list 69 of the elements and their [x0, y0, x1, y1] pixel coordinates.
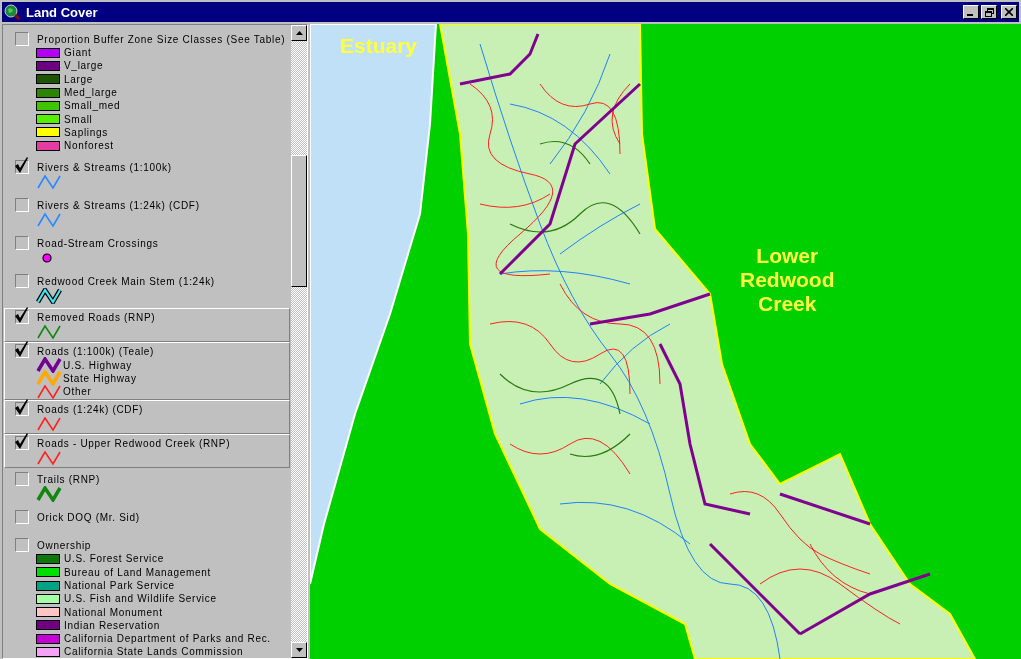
class-label: California State Lands Commission [64, 646, 244, 658]
down-arrow-icon [295, 648, 303, 652]
class-label: Other [63, 386, 92, 398]
class-label: Large [64, 73, 94, 85]
map-label: Lower Redwood Creek [740, 244, 835, 316]
theme-name: Orick DOQ (Mr. Sid) [37, 511, 140, 523]
up-arrow-icon [295, 31, 303, 35]
scrollbar[interactable] [291, 25, 307, 658]
visibility-checkbox[interactable] [15, 402, 29, 417]
visibility-checkbox[interactable] [15, 344, 29, 359]
theme-name: Roads (1:100k) (Teale) [37, 345, 155, 357]
legend-entry[interactable]: Orick DOQ (Mr. Sid) [4, 506, 290, 535]
theme-name: Trails (RNP) [37, 473, 101, 485]
class-label: U.S. Highway [63, 359, 132, 371]
active-theme-panel[interactable]: Removed Roads (RNP) [4, 308, 290, 343]
active-theme-panel[interactable]: Roads (1:24k) (CDF) [4, 400, 290, 435]
theme-name: Roads - Upper Redwood Creek (RNP) [37, 437, 231, 449]
class-label: National Park Service [64, 580, 175, 591]
class-label: California Department of Parks and Rec. [64, 633, 271, 645]
class-label: Small [64, 113, 93, 125]
legend-entry[interactable]: Road-Stream Crossings [4, 232, 290, 271]
class-label: Indian Reservation [64, 619, 160, 631]
theme-name: Redwood Creek Main Stem (1:24k) [37, 275, 215, 287]
visibility-checkbox[interactable] [15, 310, 29, 325]
close-icon [1005, 8, 1013, 16]
scroll-thumb[interactable] [291, 155, 307, 287]
close-button[interactable] [1001, 5, 1017, 19]
visibility-checkbox[interactable] [15, 510, 29, 525]
class-label: U.S. Fish and Wildlife Service [64, 593, 217, 605]
legend-entry[interactable]: Trails (RNP) [4, 468, 290, 507]
visibility-checkbox[interactable] [15, 436, 29, 451]
class-label: Bureau of Land Management [64, 566, 212, 578]
legend-entry[interactable]: Rivers & Streams (1:100k) [4, 156, 290, 195]
visibility-checkbox[interactable] [15, 472, 29, 487]
window-title: Land Cover [26, 4, 99, 20]
scroll-down-button[interactable] [291, 642, 307, 658]
scroll-up-button[interactable] [291, 25, 307, 41]
map-label: Estuary [340, 34, 418, 58]
visibility-checkbox[interactable] [15, 236, 29, 251]
theme-name: Ownership [37, 539, 92, 551]
legend-entry[interactable]: Redwood Creek Main Stem (1:24k) [4, 270, 290, 309]
class-label: National Monument [64, 606, 163, 618]
class-label: V_large [64, 60, 104, 72]
class-label: State Highway [63, 372, 137, 384]
theme-name: Rivers & Streams (1:100k) [37, 161, 172, 173]
class-label: Saplings [64, 126, 108, 138]
visibility-checkbox[interactable] [15, 538, 29, 553]
class-label: Giant [64, 47, 92, 59]
active-theme-panel[interactable]: Roads - Upper Redwood Creek (RNP) [4, 434, 290, 469]
theme-name: Removed Roads (RNP) [37, 311, 156, 323]
visibility-checkbox[interactable] [15, 160, 29, 175]
theme-name: Rivers & Streams (1:24k) (CDF) [37, 199, 200, 211]
class-label: U.S. Forest Service [64, 553, 164, 565]
class-label: Small_med [64, 100, 121, 112]
theme-name: Roads (1:24k) (CDF) [37, 403, 144, 415]
legend-entry[interactable]: Rivers & Streams (1:24k) (CDF) [4, 194, 290, 233]
globe-magnifier-icon [4, 4, 20, 20]
theme-name: Road-Stream Crossings [37, 237, 159, 249]
minimize-button[interactable] [963, 5, 979, 19]
theme-name: Proportion Buffer Zone Size Classes (See Table) [37, 33, 286, 45]
restore-button[interactable] [981, 5, 997, 19]
class-label: Med_large [64, 87, 118, 99]
restore-icon [984, 7, 994, 17]
visibility-checkbox[interactable] [15, 32, 29, 46]
active-theme-panel[interactable]: Roads (1:100k) (Teale) U.S. Highway State Highway Other [4, 342, 290, 401]
visibility-checkbox[interactable] [15, 198, 29, 213]
legend-entry[interactable]: Proportion Buffer Zone Size Classes (See Table) Giant V_large Large Med_large Small_med Small Saplings Nonforest [4, 28, 290, 157]
visibility-checkbox[interactable] [15, 274, 29, 289]
class-label: Nonforest [64, 140, 114, 152]
